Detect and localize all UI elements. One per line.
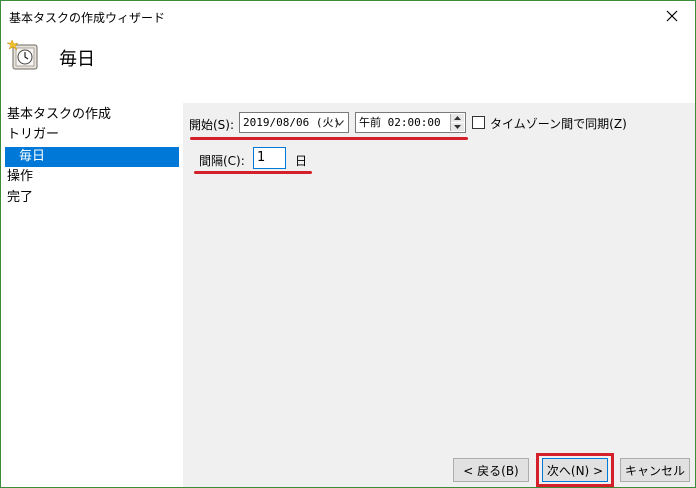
back-button[interactable]: < 戻る(B) bbox=[453, 458, 529, 482]
step-action[interactable]: 操作 bbox=[7, 167, 33, 187]
sync-timezone-checkbox[interactable] bbox=[472, 116, 485, 129]
start-time-value: 午前 02:00:00 bbox=[359, 116, 441, 129]
page-title: 毎日 bbox=[59, 49, 95, 70]
interval-input[interactable]: 1 bbox=[253, 147, 286, 169]
start-time-spinner[interactable]: 午前 02:00:00 bbox=[355, 112, 466, 133]
step-daily[interactable]: 毎日 bbox=[5, 147, 179, 167]
chevron-down-icon[interactable] bbox=[332, 113, 346, 132]
start-label: 開始(S): bbox=[189, 118, 235, 132]
spin-down-icon[interactable] bbox=[451, 123, 464, 131]
interval-unit: 日 bbox=[295, 154, 308, 168]
wizard-header: 毎日 bbox=[1, 31, 695, 103]
close-icon bbox=[666, 10, 678, 22]
cancel-button[interactable]: キャンセル bbox=[620, 458, 690, 482]
window-title: 基本タスクの作成ウィザード bbox=[9, 11, 166, 25]
interval-row-highlight bbox=[194, 171, 312, 174]
start-date-picker[interactable]: 2019/08/06 (火) bbox=[239, 112, 349, 133]
step-finish[interactable]: 完了 bbox=[7, 188, 33, 208]
scheduled-task-icon bbox=[7, 39, 38, 70]
wizard-steps-sidebar: 基本タスクの作成 トリガー 毎日 操作 完了 bbox=[1, 103, 183, 487]
time-spin-buttons[interactable] bbox=[450, 114, 464, 131]
step-trigger[interactable]: トリガー bbox=[7, 125, 59, 145]
step-create-basic-task[interactable]: 基本タスクの作成 bbox=[7, 105, 111, 125]
next-button-highlight bbox=[536, 453, 614, 487]
close-button[interactable] bbox=[649, 1, 695, 31]
sync-timezone-label[interactable]: タイムゾーン間で同期(Z) bbox=[490, 115, 627, 132]
spin-up-icon[interactable] bbox=[451, 114, 464, 122]
title-bar: 基本タスクの作成ウィザード bbox=[1, 1, 695, 31]
wizard-content: 開始(S): 2019/08/06 (火) 午前 02:00:00 タイムゾーン… bbox=[183, 103, 695, 487]
wizard-window: 基本タスクの作成ウィザード 毎日 基本タスクの作成 トリガー 毎日 操作 完了 … bbox=[0, 0, 696, 488]
interval-label: 間隔(C): bbox=[199, 154, 245, 168]
start-row-highlight bbox=[190, 137, 468, 140]
start-date-value: 2019/08/06 (火) bbox=[243, 116, 341, 129]
